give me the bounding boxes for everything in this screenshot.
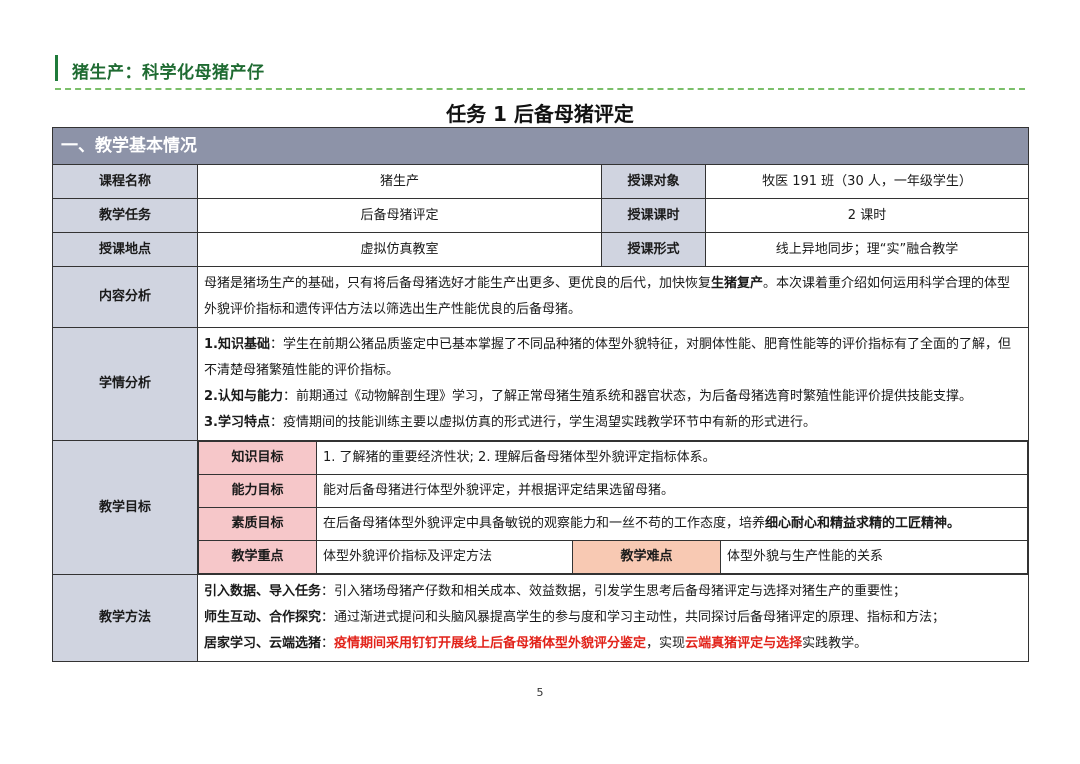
learner-point-2: 2.认知与能力：前期通过《动物解剖生理》学习，了解正常母猪生殖系统和器官状态，为… xyxy=(204,384,1022,410)
form-value: 线上异地同步；理“实”融合教学 xyxy=(705,232,1029,267)
method-3-head: 居家学习、云端选猪 xyxy=(204,636,322,651)
quality-goal-label: 素质目标 xyxy=(198,507,317,541)
place-label: 授课地点 xyxy=(52,232,198,267)
difficulty-text: 体型外貌与生产性能的关系 xyxy=(720,540,1028,574)
teaching-goals-label: 教学目标 xyxy=(52,440,198,575)
method-3-mid: ，实现 xyxy=(646,636,686,651)
teaching-goals-table: 知识目标 1. 了解猪的重要经济性状; 2. 理解后备母猪体型外貌评定指标体系。… xyxy=(198,441,1028,574)
teaching-methods-label: 教学方法 xyxy=(52,574,198,662)
knowledge-goal-text: 1. 了解猪的重要经济性状; 2. 理解后备母猪体型外貌评定指标体系。 xyxy=(316,441,1028,475)
method-2-head: 师生互动、合作探究 xyxy=(204,610,322,625)
learner-point-3: 3.学习特点：疫情期间的技能训练主要以虚拟仿真的形式进行，学生渴望实践教学环节中… xyxy=(204,410,1022,436)
ability-goal-text: 能对后备母猪进行体型外貌评定，并根据评定结果选留母猪。 xyxy=(316,474,1028,508)
method-3-highlight-2: 云端真猪评定与选择 xyxy=(685,636,803,651)
content-text-1: 母猪是猪场生产的基础，只有将后备母猪选好才能生产出更多、更优良的后代，加快恢复 xyxy=(204,276,712,291)
learner-point-2-text: ：前期通过《动物解剖生理》学习，了解正常母猪生殖系统和器官状态，为后备母猪选育时… xyxy=(282,389,972,404)
quality-goal-bold: 细心耐心和精益求精的工匠精神。 xyxy=(765,516,961,531)
place-value: 虚拟仿真教室 xyxy=(197,232,602,267)
learner-point-1: 1.知识基础：学生在前期公猪品质鉴定中已基本掌握了不同品种猪的体型外貌特征，对胴… xyxy=(204,332,1022,384)
quality-goal-text: 在后备母猪体型外貌评定中具备敏锐的观察能力和一丝不苟的工作态度，培养细心耐心和精… xyxy=(316,507,1028,541)
teaching-goals-cell: 知识目标 1. 了解猪的重要经济性状; 2. 理解后备母猪体型外貌评定指标体系。… xyxy=(197,440,1029,575)
learner-analysis-label: 学情分析 xyxy=(52,327,198,441)
method-3-end: 实践教学。 xyxy=(802,636,868,651)
learner-point-1-head: 1.知识基础 xyxy=(204,337,270,352)
difficulty-label: 教学难点 xyxy=(572,540,721,574)
teaching-info-table: 一、教学基本情况 课程名称 猪生产 授课对象 牧医 191 班（30 人，一年级… xyxy=(52,127,1029,662)
method-3-sep: ： xyxy=(321,636,335,651)
form-label: 授课形式 xyxy=(601,232,706,267)
method-3: 居家学习、云端选猪：疫情期间采用钉钉开展线上后备母猪体型外貌评分鉴定，实现云端真… xyxy=(204,631,1022,657)
course-name-label: 课程名称 xyxy=(52,164,198,199)
learner-analysis-text: 1.知识基础：学生在前期公猪品质鉴定中已基本掌握了不同品种猪的体型外貌特征，对胴… xyxy=(197,327,1029,441)
method-3-highlight-1: 疫情期间采用钉钉开展线上后备母猪体型外貌评分鉴定 xyxy=(334,636,647,651)
knowledge-goal-label: 知识目标 xyxy=(198,441,317,475)
learner-point-3-head: 3.学习特点 xyxy=(204,415,270,430)
task-label: 教学任务 xyxy=(52,198,198,233)
page-number: 5 xyxy=(536,686,544,699)
task-value: 后备母猪评定 xyxy=(197,198,602,233)
header-accent-bar xyxy=(55,55,58,81)
page-title: 任务 1 后备母猪评定 xyxy=(446,102,634,126)
teaching-methods-text: 引入数据、导入任务：引入猪场母猪产仔数和相关成本、效益数据，引发学生思考后备母猪… xyxy=(197,574,1029,662)
header-divider xyxy=(55,88,1025,90)
method-2-text: ：通过渐进式提问和头脑风暴提高学生的参与度和学习主动性，共同探讨后备母猪评定的原… xyxy=(321,610,946,625)
content-analysis-text: 母猪是猪场生产的基础，只有将后备母猪选好才能生产出更多、更优良的后代，加快恢复生… xyxy=(197,266,1029,328)
method-1-head: 引入数据、导入任务 xyxy=(204,584,322,599)
key-point-text: 体型外貌评价指标及评定方法 xyxy=(316,540,573,574)
method-2: 师生互动、合作探究：通过渐进式提问和头脑风暴提高学生的参与度和学习主动性，共同探… xyxy=(204,605,1022,631)
learner-point-1-text: ：学生在前期公猪品质鉴定中已基本掌握了不同品种猪的体型外貌特征，对胴体性能、肥育… xyxy=(204,337,1011,378)
course-name-value: 猪生产 xyxy=(197,164,602,199)
running-header: 猪生产：科学化母猪产仔 xyxy=(72,63,265,83)
hours-label: 授课课时 xyxy=(601,198,706,233)
target-label: 授课对象 xyxy=(601,164,706,199)
method-1-text: ：引入猪场母猪产仔数和相关成本、效益数据，引发学生思考后备母猪评定与选择对猪生产… xyxy=(321,584,907,599)
ability-goal-label: 能力目标 xyxy=(198,474,317,508)
method-1: 引入数据、导入任务：引入猪场母猪产仔数和相关成本、效益数据，引发学生思考后备母猪… xyxy=(204,579,1022,605)
hours-value: 2 课时 xyxy=(705,198,1029,233)
content-analysis-label: 内容分析 xyxy=(52,266,198,328)
learner-point-2-head: 2.认知与能力 xyxy=(204,389,283,404)
target-value: 牧医 191 班（30 人，一年级学生） xyxy=(705,164,1029,199)
key-point-label: 教学重点 xyxy=(198,540,317,574)
quality-goal-plain: 在后备母猪体型外貌评定中具备敏锐的观察能力和一丝不苟的工作态度，培养 xyxy=(323,516,766,531)
learner-point-3-text: ：疫情期间的技能训练主要以虚拟仿真的形式进行，学生渴望实践教学环节中有新的形式进… xyxy=(269,415,816,430)
section-heading: 一、教学基本情况 xyxy=(52,127,1029,165)
content-bold: 生猪复产 xyxy=(711,276,764,291)
